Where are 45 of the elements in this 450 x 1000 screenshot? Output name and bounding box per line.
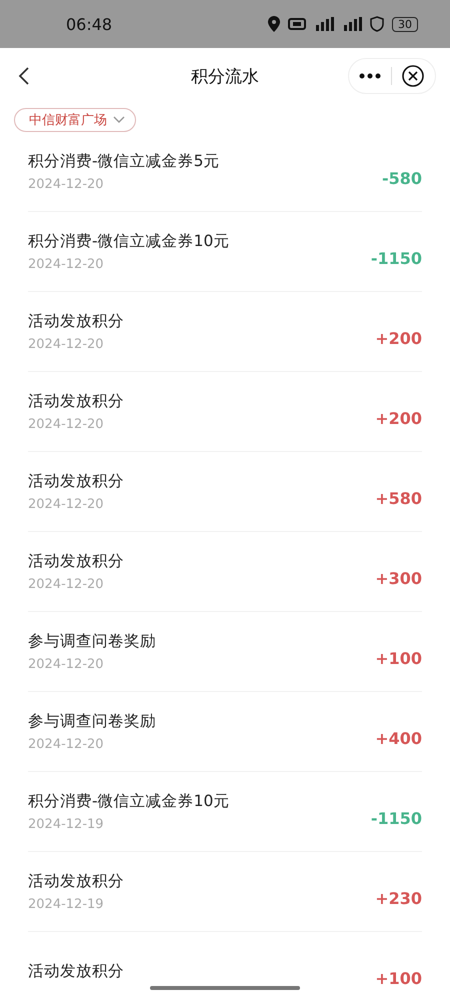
signal-icon — [314, 17, 334, 31]
battery-icon: 30 — [392, 16, 418, 32]
hd-icon — [288, 18, 306, 30]
chevron-down-icon — [113, 116, 125, 124]
record-title: 活动发放积分 — [28, 961, 125, 982]
record-date: 2024-12-20 — [28, 497, 105, 512]
record-title: 参与调查问卷奖励 — [28, 711, 157, 732]
record-title: 参与调查问卷奖励 — [28, 631, 157, 652]
record-title: 活动发放积分 — [28, 391, 125, 412]
signal-icon — [342, 17, 362, 31]
points-amount: +100 — [375, 969, 422, 988]
record-title: 活动发放积分 — [28, 871, 125, 892]
record-date: 2024-12-20 — [28, 657, 105, 672]
record-date: 2024-12-20 — [28, 417, 105, 432]
points-amount: -580 — [382, 169, 422, 188]
record-title: 活动发放积分 — [28, 311, 125, 332]
points-amount: +200 — [375, 329, 422, 348]
close-icon[interactable] — [402, 65, 424, 87]
status-time: 06:48 — [66, 14, 114, 34]
record-date: 2024-12-19 — [28, 817, 105, 832]
points-amount: +230 — [375, 889, 422, 908]
points-amount: +100 — [375, 649, 422, 668]
record-title: 活动发放积分 — [28, 471, 125, 492]
record-title: 积分消费-微信立减金券10元 — [28, 791, 230, 812]
points-amount: -1150 — [370, 249, 422, 268]
page-title: 积分流水 — [191, 66, 259, 88]
points-amount: +580 — [375, 489, 422, 508]
record-title: 积分消费-微信立减金券10元 — [28, 231, 230, 252]
record-date: 2024-12-19 — [28, 897, 105, 912]
back-icon[interactable] — [18, 66, 30, 86]
record-date: 2024-12-20 — [28, 177, 105, 192]
record-date: 2024-12-20 — [28, 737, 105, 752]
record-date: 2024-12-20 — [28, 257, 105, 272]
store-dropdown[interactable]: 中信财富广场 — [14, 108, 136, 132]
points-amount: +200 — [375, 409, 422, 428]
more-icon[interactable] — [359, 73, 381, 79]
location-icon — [268, 16, 280, 32]
record-date: 2024-12-20 — [28, 577, 105, 592]
points-amount: +400 — [375, 729, 422, 748]
record-title: 活动发放积分 — [28, 551, 125, 572]
record-date: 2024-12-20 — [28, 337, 105, 352]
record-title: 积分消费-微信立减金券5元 — [28, 151, 220, 172]
shield-icon — [370, 16, 384, 32]
points-amount: +300 — [375, 569, 422, 588]
points-amount: -1150 — [370, 809, 422, 828]
